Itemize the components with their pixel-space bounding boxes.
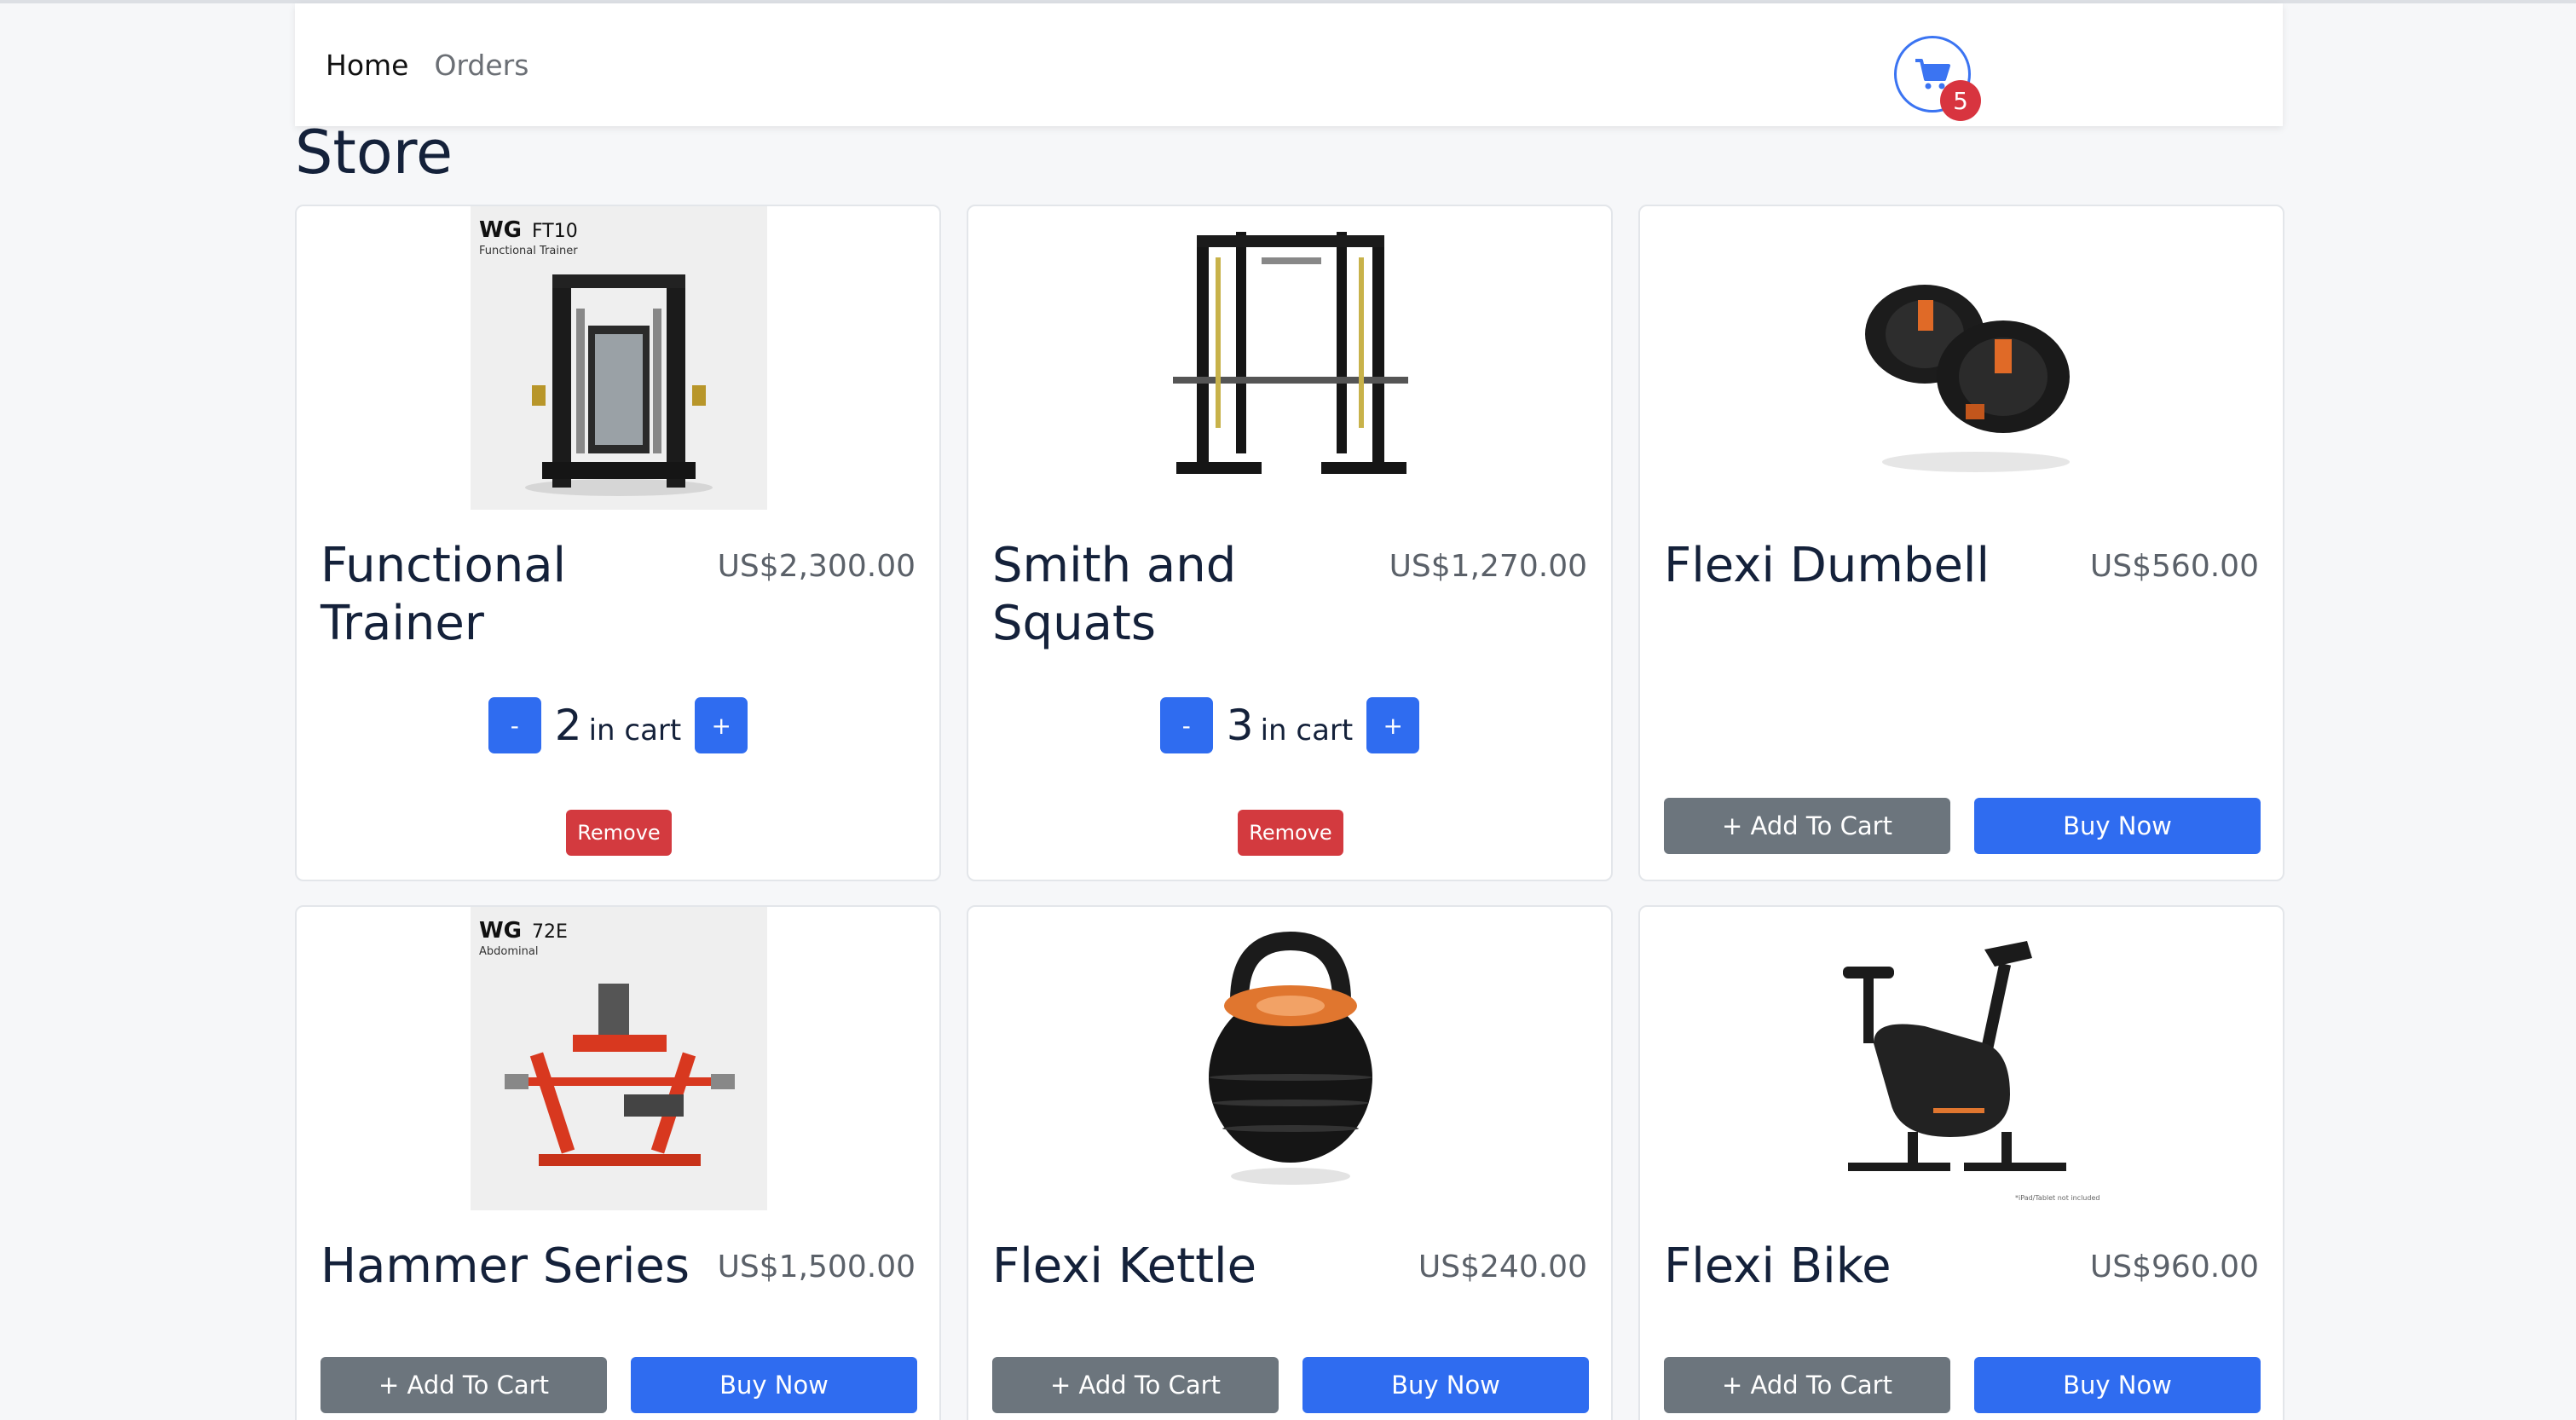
- cart-count-badge: 5: [1940, 80, 1981, 121]
- quantity-control: - 3 in cart +: [968, 697, 1611, 753]
- nav-orders-link[interactable]: Orders: [434, 49, 528, 82]
- product-image: *iPad/Tablet not included: [1814, 907, 2111, 1210]
- product-name: Flexi Dumbell: [1664, 538, 1990, 593]
- product-price: US$240.00: [1418, 1250, 1587, 1284]
- product-image: [1142, 206, 1439, 510]
- add-to-cart-button[interactable]: + Add To Cart: [1664, 798, 1950, 854]
- buy-now-button[interactable]: Buy Now: [1302, 1357, 1589, 1413]
- product-card: Smith and Squats US$1,270.00 - 3 in cart …: [967, 205, 1613, 881]
- image-brand-text: WG: [479, 217, 522, 243]
- product-price: US$560.00: [2089, 549, 2259, 584]
- product-name: Smith and Squats: [992, 538, 1237, 651]
- add-to-cart-button[interactable]: + Add To Cart: [321, 1357, 607, 1413]
- product-card: WG 72E Abdominal Hammer Series US$1,500.…: [295, 905, 941, 1420]
- image-brand-text: WG: [479, 918, 522, 944]
- cart-quantity: 3 in cart: [1227, 701, 1353, 750]
- product-price: US$1,270.00: [1389, 549, 1587, 584]
- buy-now-button[interactable]: Buy Now: [1974, 798, 2261, 854]
- product-name: Flexi Bike: [1664, 1238, 1892, 1294]
- product-name: Functional Trainer: [321, 538, 567, 651]
- add-to-cart-button[interactable]: + Add To Cart: [992, 1357, 1279, 1413]
- image-model-text: 72E: [532, 921, 568, 943]
- increment-button[interactable]: +: [695, 697, 748, 753]
- page-title: Store: [295, 118, 453, 188]
- navbar: Home Orders: [295, 3, 2283, 126]
- image-sub-text: Functional Trainer: [479, 245, 578, 257]
- nav-home-link[interactable]: Home: [326, 49, 408, 82]
- product-card: Flexi Dumbell US$560.00 + Add To Cart Bu…: [1638, 205, 2284, 881]
- decrement-button[interactable]: -: [488, 697, 541, 753]
- decrement-button[interactable]: -: [1159, 697, 1213, 753]
- product-image: [1142, 907, 1439, 1210]
- remove-button[interactable]: Remove: [1238, 810, 1343, 856]
- quantity-control: - 2 in cart +: [297, 697, 939, 753]
- in-cart-label: in cart: [588, 713, 682, 748]
- in-cart-label: in cart: [1260, 713, 1354, 748]
- image-note-text: *iPad/Tablet not included: [2015, 1194, 2099, 1202]
- product-name: Hammer Series: [321, 1238, 690, 1294]
- product-card: *iPad/Tablet not included Flexi Bike US$…: [1638, 905, 2284, 1420]
- buy-now-button[interactable]: Buy Now: [1974, 1357, 2261, 1413]
- add-to-cart-button[interactable]: + Add To Cart: [1664, 1357, 1950, 1413]
- remove-button[interactable]: Remove: [566, 810, 672, 856]
- product-price: US$960.00: [2089, 1250, 2259, 1284]
- cart-quantity: 2 in cart: [555, 701, 681, 750]
- product-image: WG FT10 Functional Trainer: [471, 206, 767, 510]
- quantity-value: 2: [554, 701, 582, 750]
- increment-button[interactable]: +: [1366, 697, 1420, 753]
- product-image: WG 72E Abdominal: [471, 907, 767, 1210]
- product-name: Flexi Kettle: [992, 1238, 1257, 1294]
- product-image: [1814, 206, 2111, 510]
- buy-now-button[interactable]: Buy Now: [631, 1357, 917, 1413]
- product-card: Flexi Kettle US$240.00 + Add To Cart Buy…: [967, 905, 1613, 1420]
- product-price: US$2,300.00: [717, 549, 915, 584]
- image-sub-text: Abdominal: [479, 945, 538, 958]
- product-price: US$1,500.00: [717, 1250, 915, 1284]
- image-model-text: FT10: [532, 221, 578, 242]
- quantity-value: 3: [1226, 701, 1254, 750]
- product-card: WG FT10 Functional Trainer Functional Tr…: [295, 205, 941, 881]
